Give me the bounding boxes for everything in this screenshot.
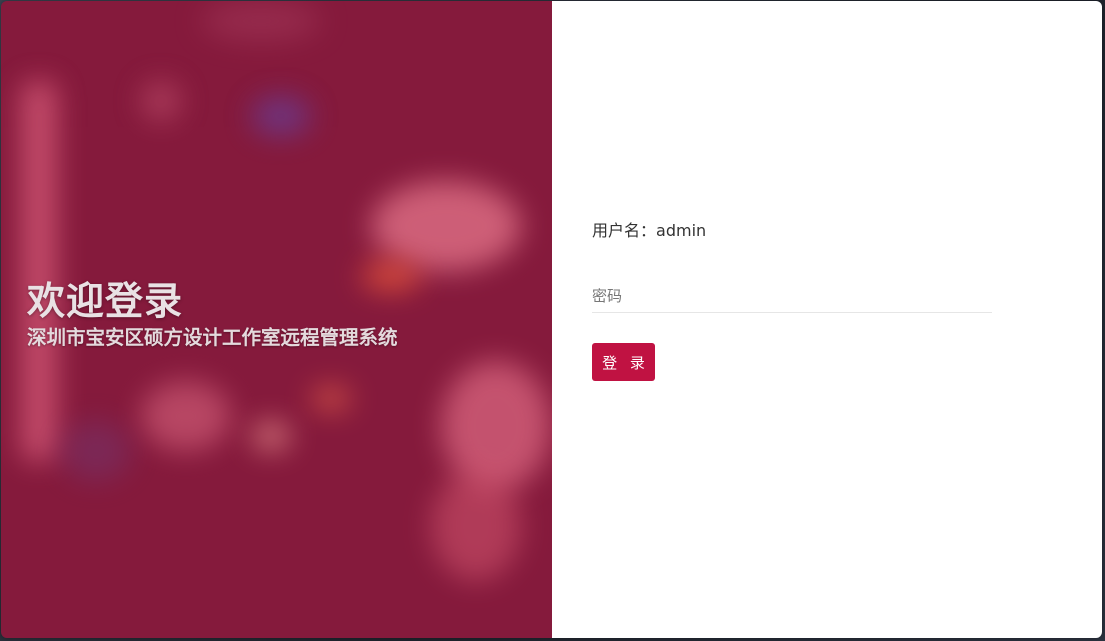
- welcome-title: 欢迎登录: [27, 281, 184, 323]
- welcome-text-block: 欢迎登录 深圳市宝安区硕方设计工作室远程管理系统: [27, 279, 398, 351]
- background-bokeh-decoration: [141, 381, 231, 451]
- background-bokeh-decoration: [201, 1, 321, 41]
- background-bokeh-decoration: [441, 361, 551, 491]
- background-bokeh-decoration: [311, 386, 351, 411]
- background-bokeh-decoration: [21, 81, 57, 461]
- login-panel: 用户名：admin 登 录: [552, 1, 1102, 638]
- username-row: 用户名：admin: [592, 216, 992, 246]
- background-bokeh-decoration: [61, 421, 131, 481]
- background-bokeh-decoration: [431, 471, 521, 581]
- background-bokeh-decoration: [141, 81, 181, 121]
- background-bokeh-decoration: [251, 421, 291, 451]
- login-form: 用户名：admin 登 录: [592, 216, 992, 381]
- background-bokeh-decoration: [251, 96, 311, 136]
- password-row: [592, 280, 992, 313]
- login-button[interactable]: 登 录: [592, 343, 655, 381]
- page-background: 欢迎登录 深圳市宝安区硕方设计工作室远程管理系统 用户名：admin 登 录: [0, 0, 1105, 641]
- login-card: 欢迎登录 深圳市宝安区硕方设计工作室远程管理系统 用户名：admin 登 录: [1, 1, 1102, 638]
- username-value: admin: [656, 221, 707, 240]
- background-bokeh-decoration: [371, 181, 521, 271]
- system-name-subtitle: 深圳市宝安区硕方设计工作室远程管理系统: [27, 327, 398, 349]
- password-input[interactable]: [592, 280, 992, 312]
- welcome-panel: 欢迎登录 深圳市宝安区硕方设计工作室远程管理系统: [1, 1, 552, 638]
- username-label: 用户名：: [592, 221, 657, 240]
